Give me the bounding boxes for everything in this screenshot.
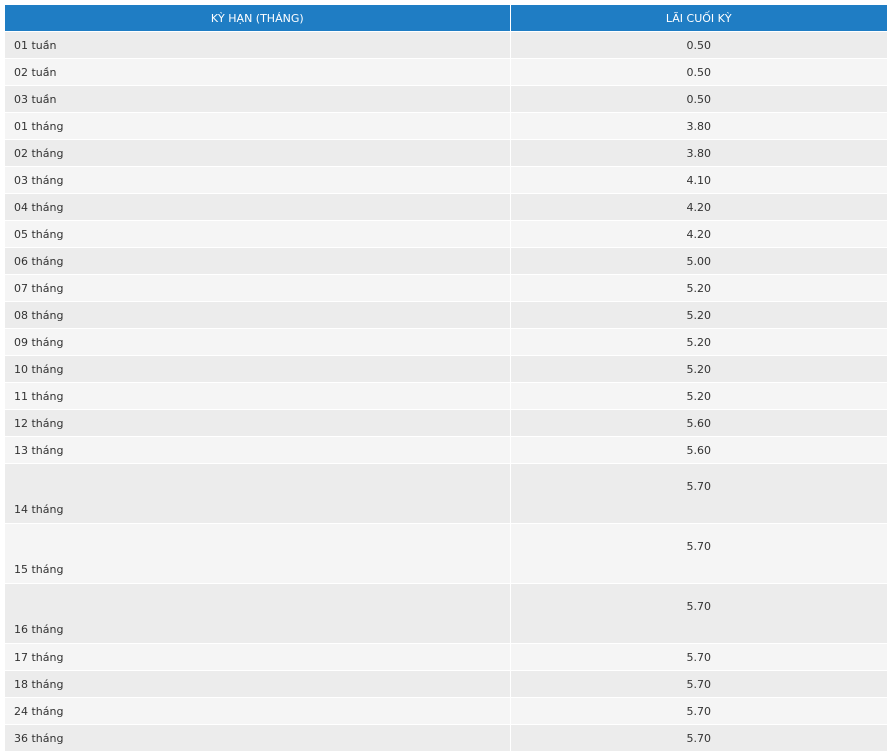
table-row: 13 tháng 5.60 bbox=[5, 436, 887, 464]
header-rate: LÃI CUỐI KỲ bbox=[510, 5, 887, 32]
rate-cell: 5.20 bbox=[510, 355, 887, 383]
rate-cell: 4.20 bbox=[510, 193, 887, 221]
term-cell: 36 tháng bbox=[5, 724, 511, 752]
rate-cell: 5.70 bbox=[510, 523, 887, 584]
rate-cell: 5.60 bbox=[510, 409, 887, 437]
rate-cell: 5.70 bbox=[510, 670, 887, 698]
term-cell: 08 tháng bbox=[5, 301, 511, 329]
table-row: 11 tháng 5.20 bbox=[5, 382, 887, 410]
term-cell: 09 tháng bbox=[5, 328, 511, 356]
term-cell: 17 tháng bbox=[5, 643, 511, 671]
rate-cell: 5.20 bbox=[510, 301, 887, 329]
term-cell: 01 tuần bbox=[5, 31, 511, 59]
rate-cell: 5.70 bbox=[510, 643, 887, 671]
interest-rate-table: KỲ HẠN (THÁNG) LÃI CUỐI KỲ 01 tuần 0.50 02… bbox=[5, 5, 887, 752]
table-row: 03 tháng 4.10 bbox=[5, 166, 887, 194]
term-cell: 06 tháng bbox=[5, 247, 511, 275]
rate-cell: 5.70 bbox=[510, 724, 887, 752]
rate-cell: 5.20 bbox=[510, 328, 887, 356]
term-cell: 15 tháng bbox=[5, 523, 511, 584]
term-cell: 03 tháng bbox=[5, 166, 511, 194]
table-row: 16 tháng 5.70 bbox=[5, 583, 887, 644]
table-row: 01 tuần 0.50 bbox=[5, 31, 887, 59]
term-cell: 03 tuần bbox=[5, 85, 511, 113]
term-cell: 14 tháng bbox=[5, 463, 511, 524]
table-row: 03 tuần 0.50 bbox=[5, 85, 887, 113]
table-row: 18 tháng 5.70 bbox=[5, 670, 887, 698]
table-row: 01 tháng 3.80 bbox=[5, 112, 887, 140]
term-cell: 04 tháng bbox=[5, 193, 511, 221]
table-row: 15 tháng 5.70 bbox=[5, 523, 887, 584]
table-row: 05 tháng 4.20 bbox=[5, 220, 887, 248]
table-row: 08 tháng 5.20 bbox=[5, 301, 887, 329]
rate-cell: 0.50 bbox=[510, 85, 887, 113]
term-cell: 12 tháng bbox=[5, 409, 511, 437]
rate-cell: 0.50 bbox=[510, 58, 887, 86]
table-row: 17 tháng 5.70 bbox=[5, 643, 887, 671]
rate-cell: 4.10 bbox=[510, 166, 887, 194]
term-cell: 10 tháng bbox=[5, 355, 511, 383]
rate-cell: 5.70 bbox=[510, 583, 887, 644]
table-row: 12 tháng 5.60 bbox=[5, 409, 887, 437]
term-cell: 01 tháng bbox=[5, 112, 511, 140]
table-row: 24 tháng 5.70 bbox=[5, 697, 887, 725]
term-cell: 02 tuần bbox=[5, 58, 511, 86]
table-row: 07 tháng 5.20 bbox=[5, 274, 887, 302]
rate-cell: 5.70 bbox=[510, 463, 887, 524]
table-row: 06 tháng 5.00 bbox=[5, 247, 887, 275]
rate-cell: 5.70 bbox=[510, 697, 887, 725]
term-cell: 05 tháng bbox=[5, 220, 511, 248]
table-row: 02 tuần 0.50 bbox=[5, 58, 887, 86]
rate-cell: 3.80 bbox=[510, 112, 887, 140]
header-row: KỲ HẠN (THÁNG) LÃI CUỐI KỲ bbox=[5, 5, 887, 32]
table-body: 01 tuần 0.50 02 tuần 0.50 03 tuần 0.50 01 thán… bbox=[5, 31, 887, 752]
table-row: 36 tháng 5.70 bbox=[5, 724, 887, 752]
term-cell: 16 tháng bbox=[5, 583, 511, 644]
rate-cell: 5.00 bbox=[510, 247, 887, 275]
term-cell: 13 tháng bbox=[5, 436, 511, 464]
rate-cell: 0.50 bbox=[510, 31, 887, 59]
table-row: 10 tháng 5.20 bbox=[5, 355, 887, 383]
rate-cell: 5.60 bbox=[510, 436, 887, 464]
table-header: KỲ HẠN (THÁNG) LÃI CUỐI KỲ bbox=[5, 5, 887, 32]
table-row: 02 tháng 3.80 bbox=[5, 139, 887, 167]
term-cell: 18 tháng bbox=[5, 670, 511, 698]
table-row: 04 tháng 4.20 bbox=[5, 193, 887, 221]
interest-rate-table-container: KỲ HẠN (THÁNG) LÃI CUỐI KỲ 01 tuần 0.50 02… bbox=[5, 5, 887, 752]
term-cell: 02 tháng bbox=[5, 139, 511, 167]
header-term: KỲ HẠN (THÁNG) bbox=[5, 5, 511, 32]
term-cell: 24 tháng bbox=[5, 697, 511, 725]
table-row: 09 tháng 5.20 bbox=[5, 328, 887, 356]
term-cell: 07 tháng bbox=[5, 274, 511, 302]
rate-cell: 4.20 bbox=[510, 220, 887, 248]
rate-cell: 5.20 bbox=[510, 274, 887, 302]
term-cell: 11 tháng bbox=[5, 382, 511, 410]
rate-cell: 3.80 bbox=[510, 139, 887, 167]
table-row: 14 tháng 5.70 bbox=[5, 463, 887, 524]
rate-cell: 5.20 bbox=[510, 382, 887, 410]
